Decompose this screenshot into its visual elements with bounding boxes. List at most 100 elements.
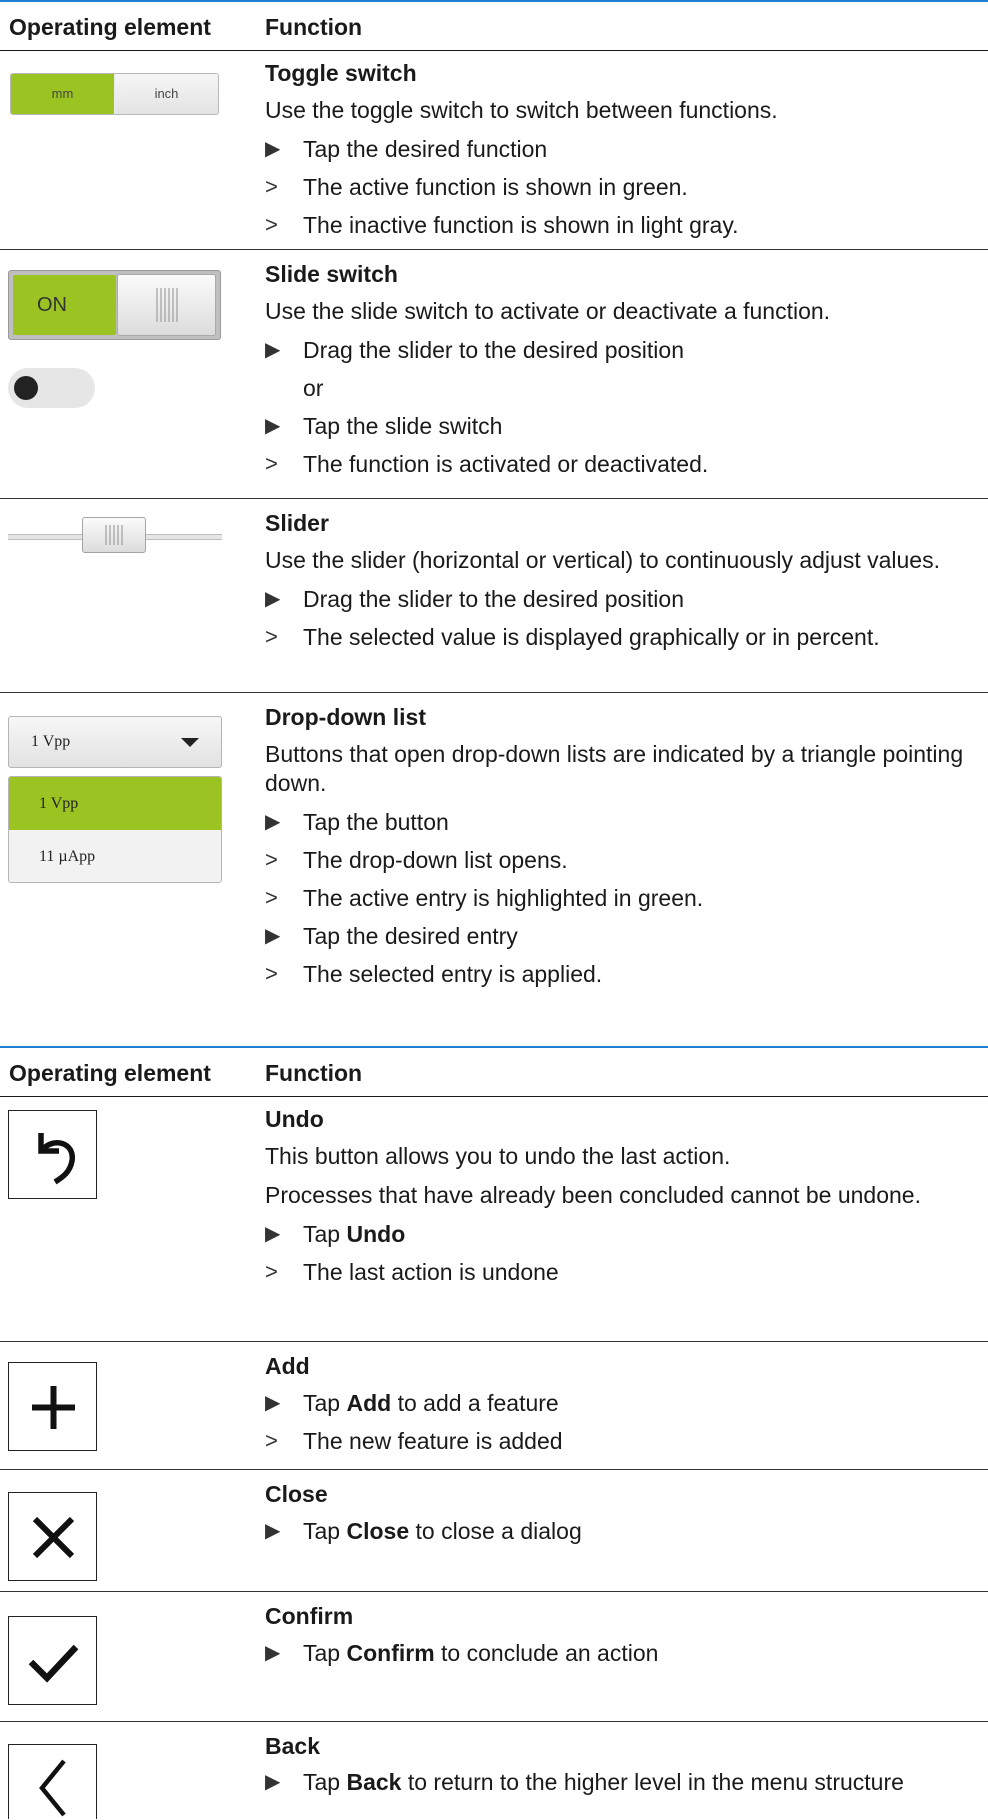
- row-back: Back ▶ Tap Back to return to the higher l…: [0, 1723, 988, 1819]
- row-title: Undo: [265, 1106, 324, 1132]
- function-cell: Slider Use the slider (horizontal or ver…: [265, 500, 984, 651]
- step-result: > The inactive function is shown in light…: [265, 212, 739, 238]
- row-description-2: Processes that have already been conclud…: [265, 1182, 921, 1208]
- slide-switch[interactable]: ON: [8, 270, 221, 340]
- step-action: ▶ Tap the desired entry: [265, 923, 518, 949]
- function-cell: Slide switch Use the slide switch to act…: [265, 251, 984, 478]
- row-title: Back: [265, 1733, 320, 1759]
- toggle-switch[interactable]: mm inch: [10, 73, 219, 115]
- step-action: ▶ Tap Back to return to the higher level …: [265, 1769, 904, 1795]
- grip-icon: [156, 288, 177, 322]
- result-arrow-icon: >: [265, 1259, 278, 1284]
- toggle-pill-knob[interactable]: [14, 376, 38, 400]
- slider-knob[interactable]: [82, 517, 146, 553]
- operating-elements-table-1: Operating element Function mm inch Toggl…: [0, 0, 988, 987]
- slide-switch-on-label: ON: [13, 275, 116, 335]
- action-arrow-icon: ▶: [265, 415, 281, 437]
- result-arrow-icon: >: [265, 212, 278, 237]
- drop-down-button[interactable]: 1 Vpp: [8, 716, 222, 768]
- step-action: ▶ Tap the button: [265, 809, 449, 835]
- step-action: ▶ Tap Confirm to conclude an action: [265, 1640, 659, 1666]
- row-description: Buttons that open drop-down lists are in…: [265, 741, 964, 796]
- step-action: ▶ Tap the desired function: [265, 136, 548, 162]
- result-arrow-icon: >: [265, 451, 278, 476]
- row-title: Slide switch: [265, 261, 398, 287]
- checkmark-icon: [28, 1644, 79, 1683]
- row-undo: Undo This button allows you to undo the …: [0, 1096, 988, 1342]
- row-description: Use the toggle switch to switch between …: [265, 97, 778, 123]
- row-description: Use the slider (horizontal or vertical) …: [265, 547, 940, 573]
- function-cell: Confirm ▶ Tap Confirm to conclude an acti…: [265, 1593, 984, 1667]
- step-result: > The function is activated or deactivate…: [265, 451, 709, 477]
- step-result: > The active entry is highlighted in gree…: [265, 885, 704, 911]
- action-arrow-icon: ▶: [265, 1642, 281, 1664]
- step-action: ▶ Drag the slider to the desired position: [265, 337, 684, 363]
- step-result: > The last action is undone: [265, 1259, 559, 1285]
- step-action: ▶ Tap the slide switch: [265, 413, 503, 439]
- row-add: Add ▶ Tap Add to add a feature > The new f…: [0, 1343, 988, 1470]
- close-icon: [32, 1516, 75, 1559]
- toggle-pill-switch[interactable]: [8, 368, 95, 408]
- plus-icon: [32, 1386, 75, 1429]
- toggle-option-mm[interactable]: mm: [11, 74, 114, 114]
- undo-icon: [38, 1133, 75, 1185]
- action-arrow-icon: ▶: [265, 138, 281, 160]
- result-arrow-icon: >: [265, 961, 278, 986]
- step-result: > The selected value is displayed graphic…: [265, 624, 880, 650]
- row-slide-switch: ON Slide switch Use the slide switch to …: [0, 251, 988, 499]
- row-toggle-switch: mm inch Toggle switch Use the toggle swi…: [0, 50, 988, 250]
- function-cell: Add ▶ Tap Add to add a feature > The new f…: [265, 1343, 984, 1455]
- row-title: Confirm: [265, 1603, 354, 1629]
- slide-switch-knob[interactable]: [117, 274, 216, 336]
- result-arrow-icon: >: [265, 885, 278, 910]
- result-arrow-icon: >: [265, 174, 278, 199]
- result-arrow-icon: >: [265, 1428, 278, 1453]
- confirm-button[interactable]: [8, 1616, 97, 1705]
- row-title: Slider: [265, 510, 329, 536]
- function-cell: Undo This button allows you to undo the …: [265, 1096, 984, 1286]
- step-result: > The new feature is added: [265, 1428, 563, 1454]
- add-button[interactable]: [8, 1362, 97, 1451]
- step-action: ▶ Tap Close to close a dialog: [265, 1518, 582, 1544]
- toggle-option-inch[interactable]: inch: [115, 74, 218, 114]
- step-action: ▶ Tap Undo: [265, 1221, 406, 1247]
- result-arrow-icon: >: [265, 624, 278, 649]
- step-result: > The selected entry is applied.: [265, 961, 603, 987]
- header-function: Function: [265, 1060, 363, 1086]
- step-action: ▶ Drag the slider to the desired position: [265, 586, 684, 612]
- result-arrow-icon: >: [265, 847, 278, 872]
- function-cell: Drop-down list Buttons that open drop-do…: [265, 694, 984, 988]
- action-arrow-icon: ▶: [265, 1392, 281, 1414]
- step-or: or: [303, 375, 324, 401]
- row-close: Close ▶ Tap Close to close a dialog: [0, 1471, 988, 1592]
- row-description: This button allows you to undo the last …: [265, 1143, 731, 1169]
- grip-icon: [105, 525, 123, 545]
- chevron-left-icon: [39, 1759, 66, 1817]
- action-arrow-icon: ▶: [265, 1771, 281, 1793]
- action-arrow-icon: ▶: [265, 811, 281, 833]
- function-cell: Toggle switch Use the toggle switch to s…: [265, 50, 984, 239]
- action-arrow-icon: ▶: [265, 339, 281, 361]
- triangle-down-icon: [181, 738, 199, 747]
- function-cell: Back ▶ Tap Back to return to the higher l…: [265, 1723, 984, 1795]
- row-slider: Slider Use the slider (horizontal or ver…: [0, 500, 988, 693]
- drop-down-option[interactable]: 11 µApp: [9, 830, 221, 882]
- operating-elements-table-2: Operating element Function Undo This but…: [0, 1046, 988, 1819]
- row-title: Drop-down list: [265, 704, 426, 730]
- drop-down-option-active[interactable]: 1 Vpp: [9, 777, 221, 830]
- action-arrow-icon: ▶: [265, 588, 281, 610]
- back-button[interactable]: [8, 1744, 97, 1819]
- drop-down-list: 1 Vpp 11 µApp: [8, 776, 222, 883]
- row-title: Toggle switch: [265, 60, 417, 86]
- row-description: Use the slide switch to activate or deac…: [265, 298, 831, 324]
- drop-down-selected-value: 1 Vpp: [31, 733, 71, 750]
- table-header: Operating element Function: [0, 0, 988, 51]
- step-result: > The drop-down list opens.: [265, 847, 568, 873]
- action-arrow-icon: ▶: [265, 1520, 281, 1542]
- header-operating-element: Operating element: [9, 14, 211, 40]
- step-action: ▶ Tap Add to add a feature: [265, 1390, 559, 1416]
- close-button[interactable]: [8, 1492, 97, 1581]
- step-result: > The active function is shown in green.: [265, 174, 688, 200]
- undo-button[interactable]: [8, 1110, 97, 1199]
- function-cell: Close ▶ Tap Close to close a dialog: [265, 1471, 984, 1545]
